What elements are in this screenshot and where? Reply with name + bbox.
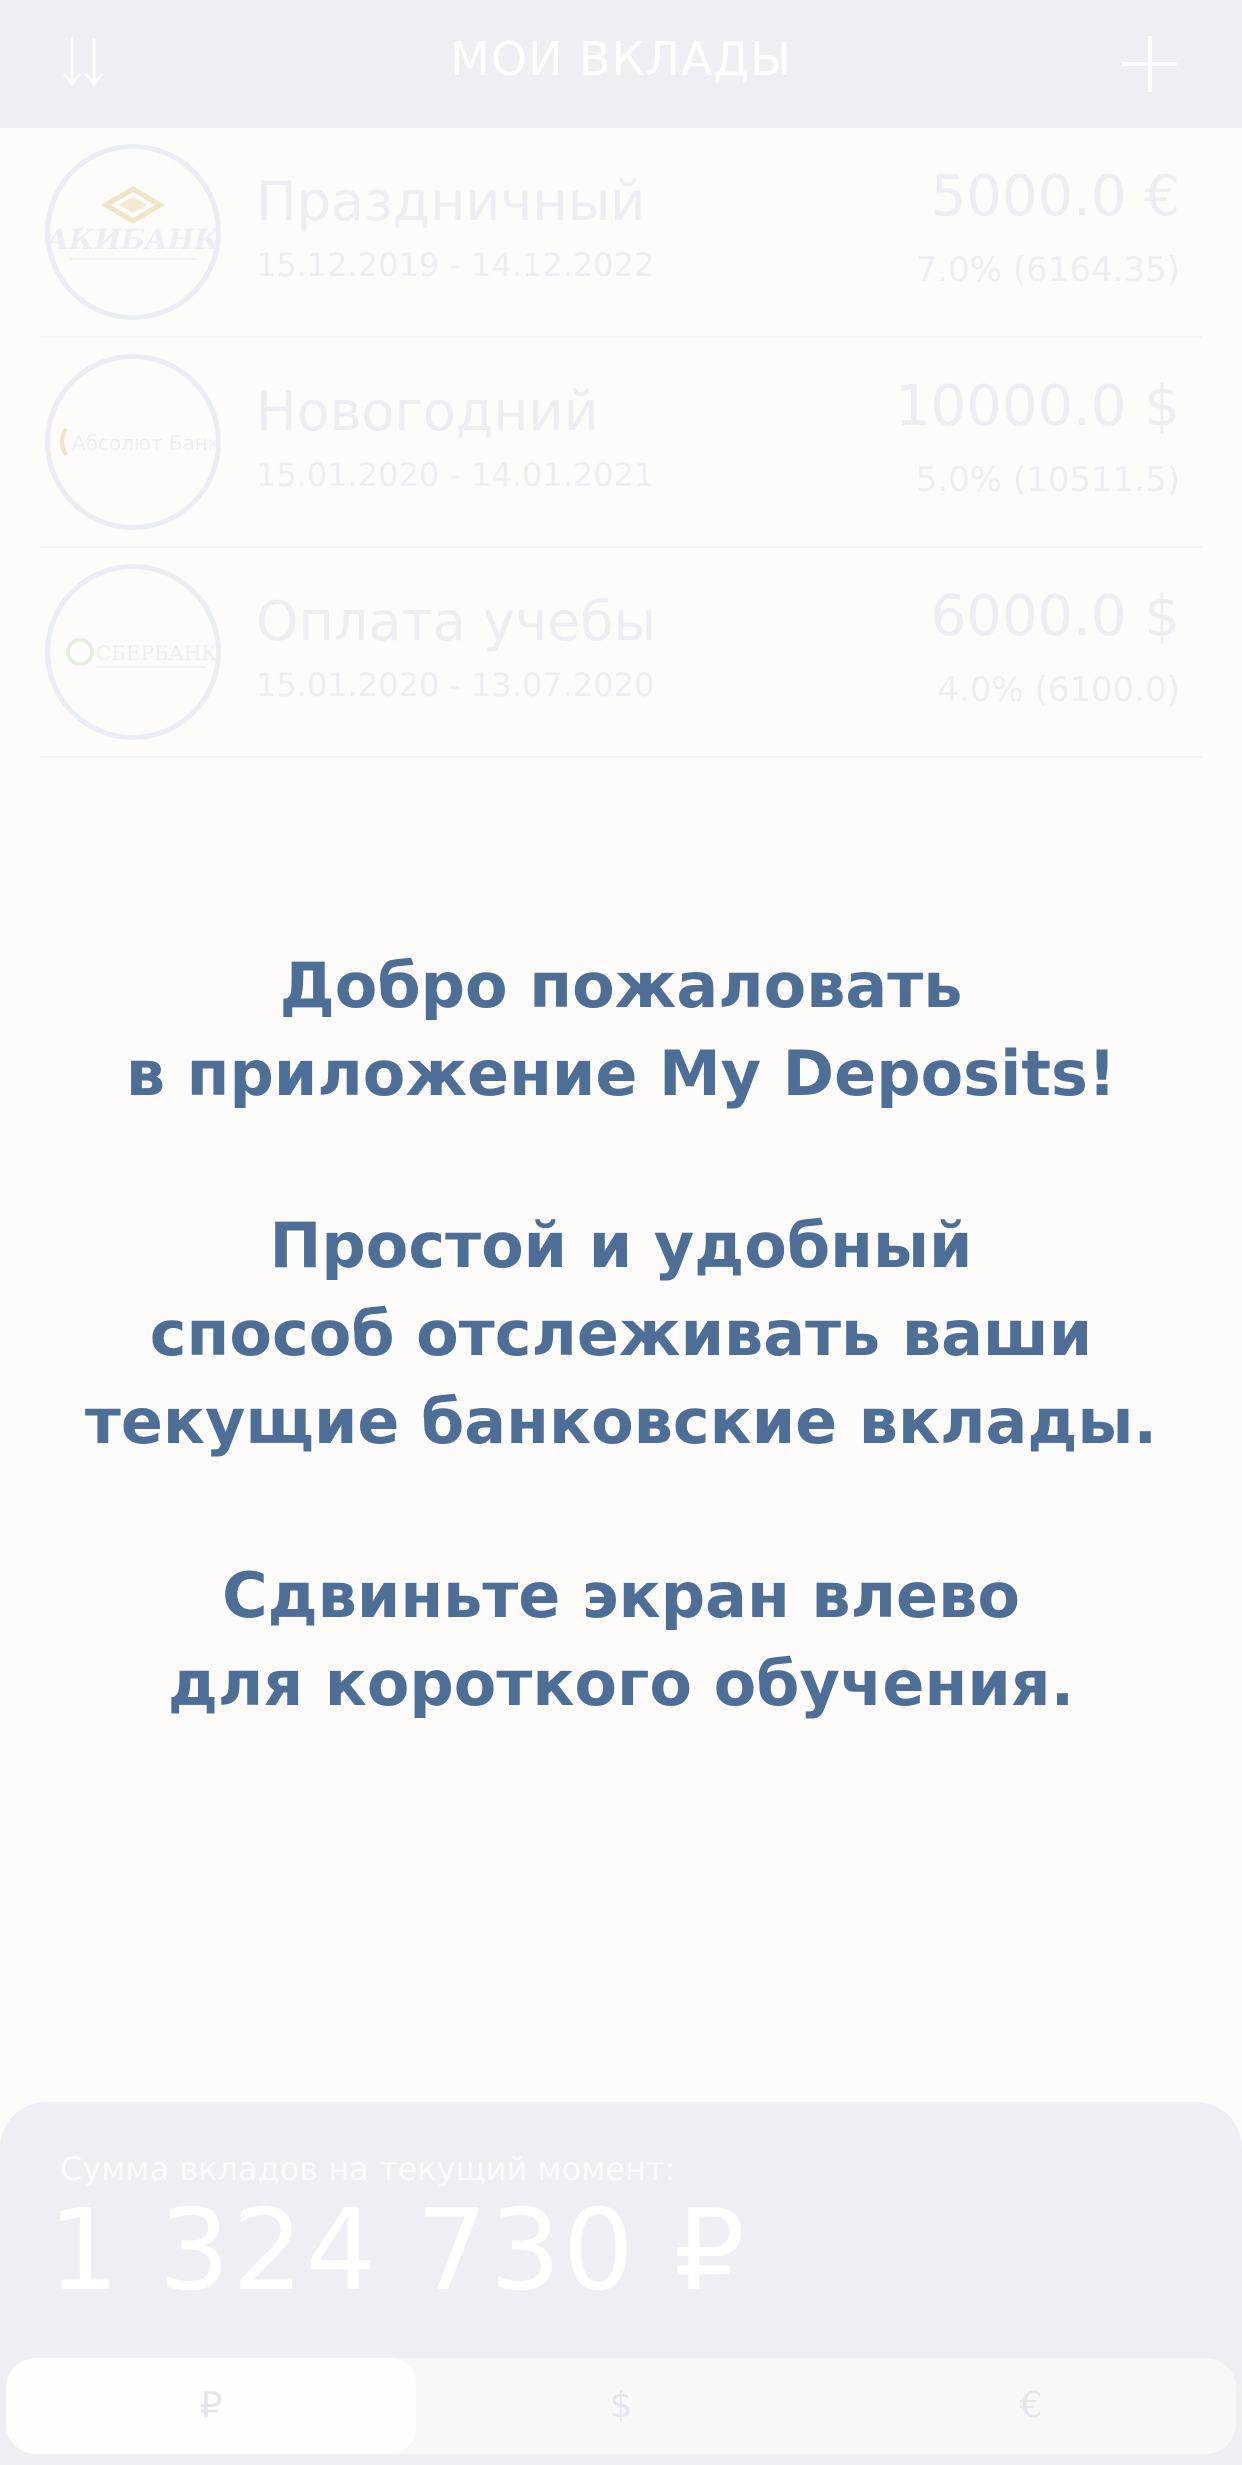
total-caption: Сумма вкладов на текущий момент: [60,2150,676,2188]
deposit-rate: 4.0% (6100.0) [937,670,1180,710]
welcome-line: Сдвиньте экран влево [222,1559,1020,1632]
deposit-dates: 15.01.2020 - 13.07.2020 [256,666,655,704]
deposit-dates: 15.01.2020 - 14.01.2021 [256,456,655,494]
sberbank-logo-icon: СБЕРБАНК [66,638,217,668]
deposit-dates: 15.12.2019 - 14.12.2022 [256,246,655,284]
tab-rub[interactable]: ₽ [6,2358,416,2454]
tab-eur[interactable]: € [826,2358,1236,2454]
app-header: МОИ ВКЛАДЫ [0,0,1242,128]
welcome-description: Простой и удобный способ отслеживать ваш… [0,1202,1242,1466]
welcome-line: Добро пожаловать [279,949,963,1022]
tab-usd[interactable]: $ [416,2358,826,2454]
row-divider [40,756,1202,758]
deposit-row[interactable]: СБЕРБАНК Оплата учебы 15.01.2020 - 13.07… [0,548,1242,758]
deposit-amount: 6000.0 $ [930,584,1180,649]
svg-text:СБЕРБАНК: СБЕРБАНК [96,641,216,665]
akibank-logo-icon: АКИБАНК [44,186,220,260]
absolut-bank-logo-icon: Абсолют Банк [60,427,220,457]
deposit-name: Праздничный [256,170,646,233]
total-panel: Сумма вкладов на текущий момент: 1 324 7… [0,2102,1242,2465]
currency-tabs: ₽ $ € [6,2358,1236,2454]
svg-text:АКИБАНК: АКИБАНК [50,223,216,256]
plus-icon[interactable] [1120,34,1180,94]
deposit-rate: 7.0% (6164.35) [915,250,1180,290]
bank-logo: Абсолют Банк [45,354,221,530]
bank-logo: АКИБАНК [44,144,221,320]
bank-logo: СБЕРБАНК [45,564,221,740]
deposit-amount: 5000.0 € [930,164,1180,229]
welcome-line: способ отслеживать ваши [149,1297,1093,1370]
welcome-line: Простой и удобный [269,1209,973,1282]
svg-text:Абсолют Банк: Абсолют Банк [72,431,216,455]
page-title: МОИ ВКЛАДЫ [450,32,792,86]
deposit-name: Новогодний [256,380,599,443]
welcome-line: в приложение My Deposits! [125,1037,1117,1110]
deposit-rate: 5.0% (10511.5) [915,460,1180,500]
total-amount: 1 324 730 ₽ [48,2186,747,2316]
deposit-amount: 10000.0 $ [894,374,1180,439]
welcome-hint: Сдвиньте экран влево для короткого обуче… [0,1552,1242,1728]
welcome-heading: Добро пожаловать в приложение My Deposit… [0,942,1242,1118]
deposit-row[interactable]: АКИБАНК Праздничный 15.12.2019 - 14.12.2… [0,128,1242,338]
welcome-line: для короткого обучения. [167,1647,1075,1720]
deposit-row[interactable]: Абсолют Банк Новогодний 15.01.2020 - 14.… [0,338,1242,548]
deposit-name: Оплата учебы [256,590,657,653]
welcome-line: текущие банковские вклады. [84,1385,1158,1458]
